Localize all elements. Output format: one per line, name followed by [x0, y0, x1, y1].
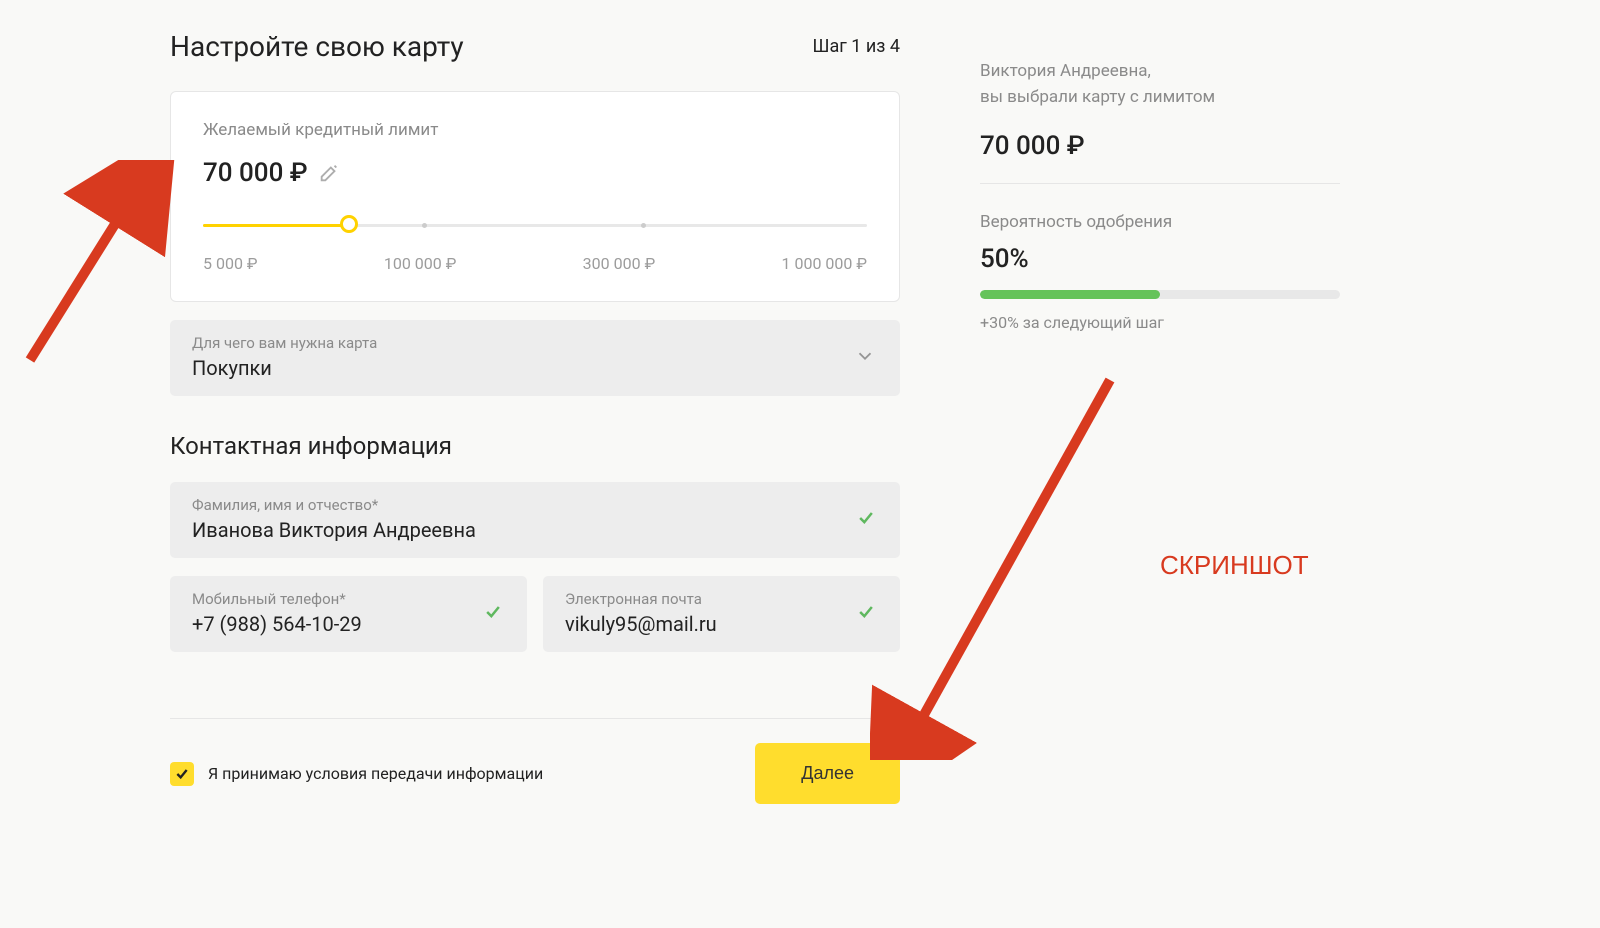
- phone-value: +7 (988) 564-10-29: [192, 612, 505, 636]
- check-icon: [483, 602, 503, 626]
- approval-bonus: +30% за следующий шаг: [980, 313, 1340, 332]
- approval-label: Вероятность одобрения: [980, 212, 1340, 232]
- edit-icon[interactable]: [318, 162, 340, 184]
- credit-limit-slider[interactable]: [203, 214, 867, 238]
- credit-limit-value: 70 000 ₽: [203, 158, 308, 188]
- page-title: Настройте свою карту: [170, 30, 464, 63]
- summary-sidebar: Виктория Андреевна, вы выбрали карту с л…: [980, 30, 1340, 804]
- checkbox-icon: [170, 762, 194, 786]
- purpose-label: Для чего вам нужна карта: [192, 334, 878, 352]
- contact-section-title: Контактная информация: [170, 432, 900, 460]
- email-label: Электронная почта: [565, 590, 878, 608]
- email-field[interactable]: Электронная почта vikuly95@mail.ru: [543, 576, 900, 652]
- check-icon: [856, 602, 876, 626]
- fullname-value: Иванова Виктория Андреевна: [192, 518, 878, 542]
- approval-progress-fill: [980, 290, 1160, 299]
- next-button[interactable]: Далее: [755, 743, 900, 804]
- fullname-field[interactable]: Фамилия, имя и отчество* Иванова Виктори…: [170, 482, 900, 558]
- slider-tick: 300 000 ₽: [583, 254, 656, 273]
- approval-value: 50%: [980, 244, 1340, 274]
- step-indicator: Шаг 1 из 4: [813, 36, 900, 57]
- purpose-value: Покупки: [192, 356, 878, 380]
- divider: [170, 718, 900, 719]
- annotation-label: СКРИНШОТ: [1160, 550, 1309, 581]
- fullname-label: Фамилия, имя и отчество*: [192, 496, 878, 514]
- chevron-down-icon: [854, 345, 876, 371]
- credit-limit-card: Желаемый кредитный лимит 70 000 ₽ 5 000 …: [170, 91, 900, 302]
- sidebar-divider: [980, 183, 1340, 184]
- slider-tick: 1 000 000 ₽: [782, 254, 867, 273]
- sidebar-greeting-line2: вы выбрали карту с лимитом: [980, 84, 1340, 110]
- slider-tick: 5 000 ₽: [203, 254, 258, 273]
- consent-text: Я принимаю условия передачи информации: [208, 764, 543, 783]
- approval-progress: [980, 290, 1340, 299]
- phone-label: Мобильный телефон*: [192, 590, 505, 608]
- check-icon: [856, 508, 876, 532]
- sidebar-limit: 70 000 ₽: [980, 131, 1340, 161]
- sidebar-greeting-line1: Виктория Андреевна,: [980, 58, 1340, 84]
- credit-limit-label: Желаемый кредитный лимит: [203, 120, 867, 140]
- email-value: vikuly95@mail.ru: [565, 612, 878, 636]
- slider-thumb[interactable]: [340, 215, 358, 233]
- purpose-select[interactable]: Для чего вам нужна карта Покупки: [170, 320, 900, 396]
- phone-field[interactable]: Мобильный телефон* +7 (988) 564-10-29: [170, 576, 527, 652]
- consent-checkbox[interactable]: Я принимаю условия передачи информации: [170, 762, 543, 786]
- slider-tick: 100 000 ₽: [384, 254, 457, 273]
